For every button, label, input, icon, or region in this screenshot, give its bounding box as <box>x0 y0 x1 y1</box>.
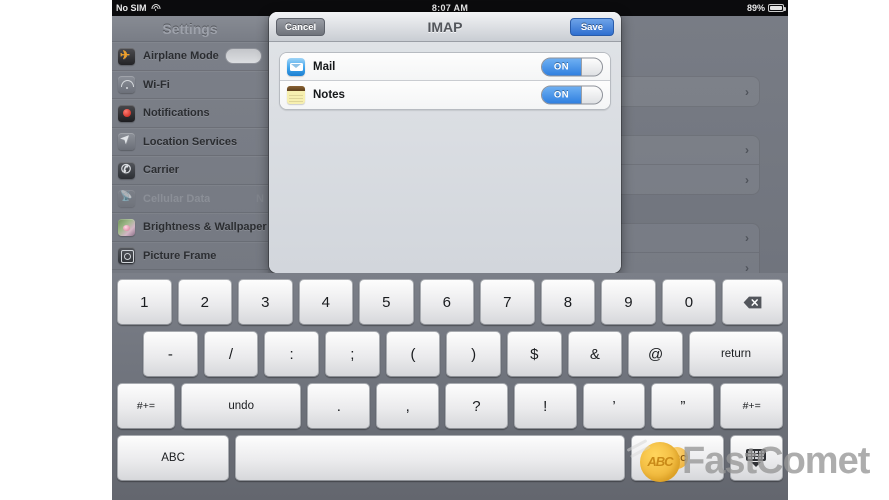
backspace-icon <box>743 296 762 309</box>
sidebar-item-label: Notifications <box>143 107 210 120</box>
key-ampersand[interactable]: & <box>567 331 623 377</box>
sidebar-item-wifi[interactable]: Wi-Fi <box>112 70 268 99</box>
status-bar-right: 89% <box>746 0 786 16</box>
list-item-label: Mail <box>313 60 336 73</box>
key-paren-close[interactable]: ) <box>446 331 501 377</box>
key-paren-open[interactable]: ( <box>385 331 441 377</box>
mail-toggle[interactable]: ON <box>541 57 603 76</box>
key-4[interactable]: 4 <box>298 279 354 325</box>
symbols-shift-key-right[interactable]: #+= <box>720 383 784 429</box>
sidebar-item-label: Wi-Fi <box>143 78 170 91</box>
key-at[interactable]: @ <box>628 331 683 377</box>
location-arrow-icon <box>118 133 135 151</box>
key-7[interactable]: 7 <box>480 279 535 325</box>
sidebar-item-label: Picture Frame <box>143 249 217 262</box>
key-dollar[interactable]: $ <box>506 331 562 377</box>
key-exclamation[interactable]: ! <box>513 383 577 429</box>
account-services-group: Mail ON Notes ON <box>279 52 611 110</box>
space-key[interactable] <box>235 435 625 481</box>
sidebar-item-notifications[interactable]: Notifications <box>112 99 268 128</box>
chevron-right-icon: › <box>745 143 749 157</box>
keyboard-row-numbers: 1 2 3 4 5 6 7 8 9 0 <box>117 279 783 325</box>
sidebar-item-label: Brightness & Wallpaper <box>143 221 267 234</box>
sidebar-item-location-services[interactable]: Location Services <box>112 127 268 156</box>
key-8[interactable]: 8 <box>540 279 596 325</box>
key-5[interactable]: 5 <box>359 279 414 325</box>
list-item-label: Notes <box>313 89 345 101</box>
key-3[interactable]: 3 <box>238 279 293 325</box>
key-colon[interactable]: : <box>264 331 319 377</box>
sidebar-item-airplane-mode[interactable]: Airplane Mode <box>112 42 268 71</box>
key-9[interactable]: 9 <box>601 279 656 325</box>
key-2[interactable]: 2 <box>177 279 233 325</box>
chevron-right-icon: › <box>745 172 749 187</box>
symbols-shift-key-left[interactable]: #+= <box>117 383 175 429</box>
sidebar-item-label: Airplane Mode <box>143 50 219 63</box>
sidebar-item-label: Carrier <box>143 164 180 177</box>
key-1[interactable]: 1 <box>117 279 172 325</box>
wifi-icon <box>118 76 135 94</box>
key-hyphen[interactable]: - <box>143 331 198 377</box>
key-quote[interactable]: ” <box>651 383 715 429</box>
language-globe-key[interactable]: ABC <box>630 435 724 481</box>
settings-sidebar: Settings Airplane Mode Wi-Fi Notificatio… <box>112 16 268 273</box>
key-0[interactable]: 0 <box>661 279 717 325</box>
battery-icon <box>768 4 786 12</box>
cancel-button[interactable]: Cancel <box>276 18 326 36</box>
chevron-right-icon: › <box>745 84 749 99</box>
keyboard-row-symbols: - / : ; ( ) $ & @ return <box>117 331 784 377</box>
key-question[interactable]: ? <box>445 383 508 429</box>
abc-key[interactable]: ABC <box>117 435 230 481</box>
toggle-knob <box>581 58 602 75</box>
key-comma[interactable]: , <box>376 383 440 429</box>
sidebar-item-carrier[interactable]: Carrier <box>112 156 268 185</box>
toggle-on-label: ON <box>542 86 581 104</box>
keyboard-row-bottom: ABC ABC <box>117 435 783 481</box>
sidebar-item-brightness-wallpaper[interactable]: Brightness & Wallpaper <box>112 213 268 242</box>
battery-percent-label: 89% <box>746 3 765 13</box>
toggle-on-label: ON <box>542 58 581 75</box>
ipad-screen: No SIM 8:07 AM 89% Settings Airplane Mod… <box>112 0 788 500</box>
cellular-tower-icon <box>118 190 135 208</box>
undo-key[interactable]: undo <box>180 383 302 429</box>
sidebar-item-label: Location Services <box>143 135 238 148</box>
hide-keyboard-icon <box>746 449 767 467</box>
modal-body: Mail ON Notes ON <box>269 42 621 273</box>
key-slash[interactable]: / <box>203 331 259 377</box>
save-button[interactable]: Save <box>569 18 614 36</box>
key-apostrophe[interactable]: ’ <box>582 383 646 429</box>
airplane-icon <box>118 47 135 65</box>
return-key[interactable]: return <box>688 331 784 377</box>
sidebar-item-label: Cellular Data <box>143 192 211 205</box>
list-item-mail[interactable]: Mail ON <box>280 53 610 81</box>
notes-app-icon <box>287 86 305 104</box>
phone-handset-icon <box>118 161 135 179</box>
key-6[interactable]: 6 <box>419 279 475 325</box>
sidebar-item-cellular-data[interactable]: Cellular Data N <box>112 184 268 213</box>
toggle-knob <box>581 86 602 104</box>
notes-toggle[interactable]: ON <box>541 85 603 105</box>
mail-app-icon <box>287 57 305 76</box>
notifications-icon <box>118 104 135 122</box>
chevron-right-icon: › <box>745 231 749 245</box>
wallpaper-photo-icon <box>118 218 135 236</box>
key-semicolon[interactable]: ; <box>324 331 380 377</box>
page-title: Settings <box>112 16 268 42</box>
list-item-notes[interactable]: Notes ON <box>280 81 610 109</box>
modal-title-bar: Cancel IMAP Save <box>269 12 621 42</box>
airplane-mode-toggle[interactable] <box>225 48 262 65</box>
keyboard-row-punctuation: #+= undo . , ? ! ’ ” #+= <box>117 383 784 429</box>
backspace-key[interactable] <box>722 279 783 325</box>
globe-abc-icon: ABC <box>666 447 689 469</box>
picture-frame-icon <box>118 247 135 265</box>
imap-modal: Cancel IMAP Save Mail ON Notes ON <box>269 12 621 273</box>
screenshot-stage: No SIM 8:07 AM 89% Settings Airplane Mod… <box>0 0 889 500</box>
onscreen-keyboard: 1 2 3 4 5 6 7 8 9 0 - /: ; () $ & @ re… <box>112 273 788 500</box>
hide-keyboard-key[interactable] <box>729 435 783 481</box>
key-period[interactable]: . <box>307 383 371 429</box>
sidebar-item-picture-frame[interactable]: Picture Frame <box>112 241 268 270</box>
sidebar-item-value: N <box>256 192 264 205</box>
